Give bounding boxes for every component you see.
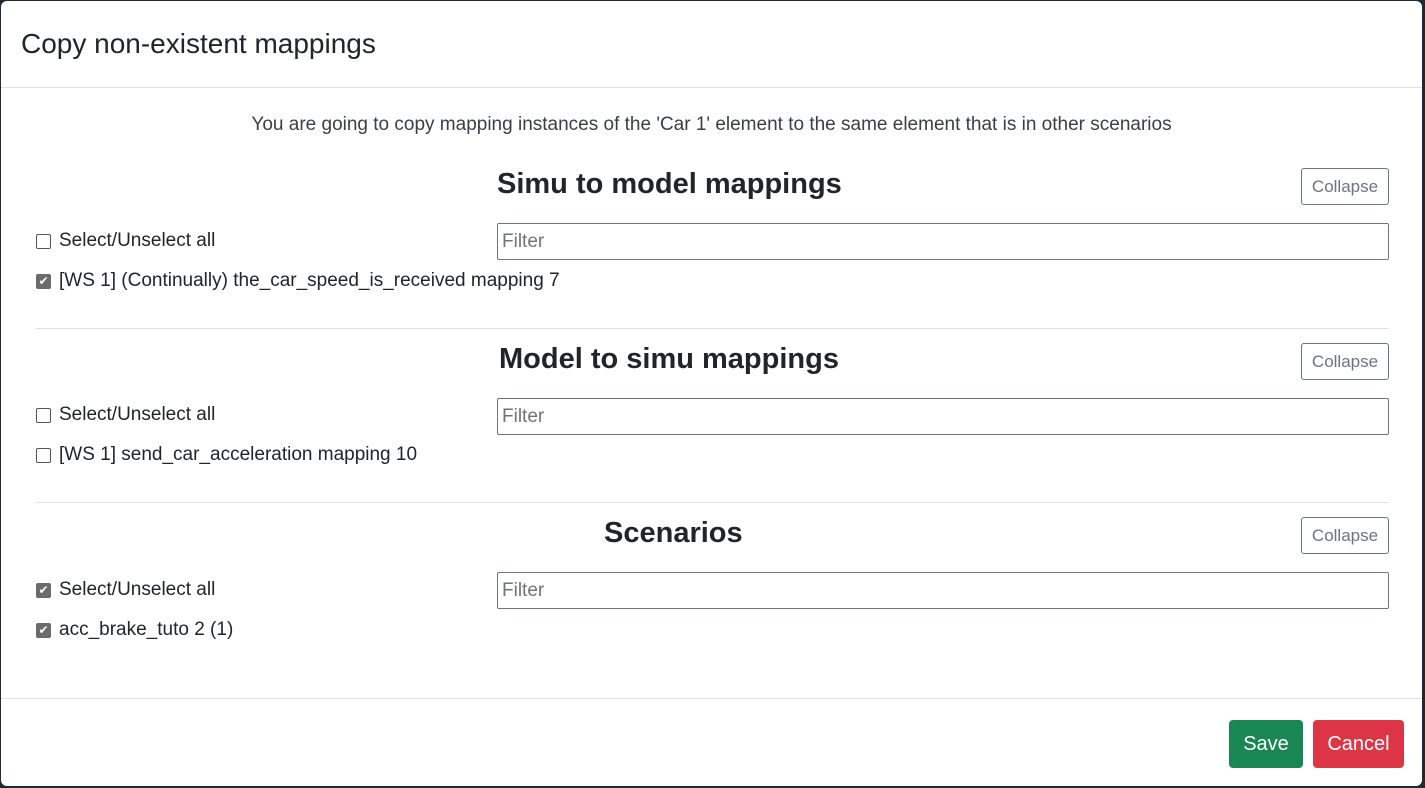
section-divider <box>36 502 1389 503</box>
checkbox-checked-icon[interactable]: ✔ <box>36 273 51 289</box>
save-button[interactable]: Save <box>1229 720 1303 768</box>
select-all-checkbox[interactable]: Select/Unselect all <box>36 404 215 426</box>
select-all-label: Select/Unselect all <box>59 230 216 251</box>
select-all-checkbox[interactable]: Select/Unselect all <box>36 230 215 252</box>
collapse-button[interactable]: Collapse <box>1301 343 1389 380</box>
modal-header: Copy non-existent mappings <box>1 1 1422 88</box>
checkbox-icon[interactable] <box>36 233 51 249</box>
checkbox-icon[interactable] <box>36 407 51 423</box>
mapping-item-label: [WS 1] (Continually) the_car_speed_is_re… <box>59 270 560 291</box>
section-divider <box>36 328 1389 329</box>
modal-title: Copy non-existent mappings <box>21 28 376 59</box>
modal-body: You are going to copy mapping instances … <box>1 88 1422 698</box>
mapping-item-checkbox[interactable]: [WS 1] send_car_acceleration mapping 10 <box>36 444 417 466</box>
checkbox-checked-icon[interactable]: ✔ <box>36 622 51 638</box>
checkbox-icon[interactable] <box>36 447 51 463</box>
filter-input[interactable] <box>497 223 1389 260</box>
scenario-item-checkbox[interactable]: ✔ acc_brake_tuto 2 (1) <box>36 619 233 641</box>
mapping-item-checkbox[interactable]: ✔ [WS 1] (Continually) the_car_speed_is_… <box>36 270 560 292</box>
copy-mappings-modal: Copy non-existent mappings You are going… <box>1 1 1422 786</box>
section-title: Model to simu mappings <box>499 343 839 375</box>
intro-text: You are going to copy mapping instances … <box>251 114 1172 135</box>
section-title: Simu to model mappings <box>497 168 842 200</box>
scenario-item-label: acc_brake_tuto 2 (1) <box>59 619 234 640</box>
checkbox-checked-icon[interactable]: ✔ <box>36 582 51 598</box>
collapse-button[interactable]: Collapse <box>1301 168 1389 205</box>
modal-footer: Save Cancel <box>1 698 1422 786</box>
select-all-label: Select/Unselect all <box>59 579 216 600</box>
collapse-button[interactable]: Collapse <box>1301 517 1389 554</box>
section-title: Scenarios <box>604 517 743 549</box>
select-all-checkbox[interactable]: ✔ Select/Unselect all <box>36 579 215 601</box>
select-all-label: Select/Unselect all <box>59 404 216 425</box>
cancel-button[interactable]: Cancel <box>1313 720 1404 768</box>
mapping-item-label: [WS 1] send_car_acceleration mapping 10 <box>59 444 418 465</box>
filter-input[interactable] <box>497 572 1389 609</box>
filter-input[interactable] <box>497 398 1389 435</box>
